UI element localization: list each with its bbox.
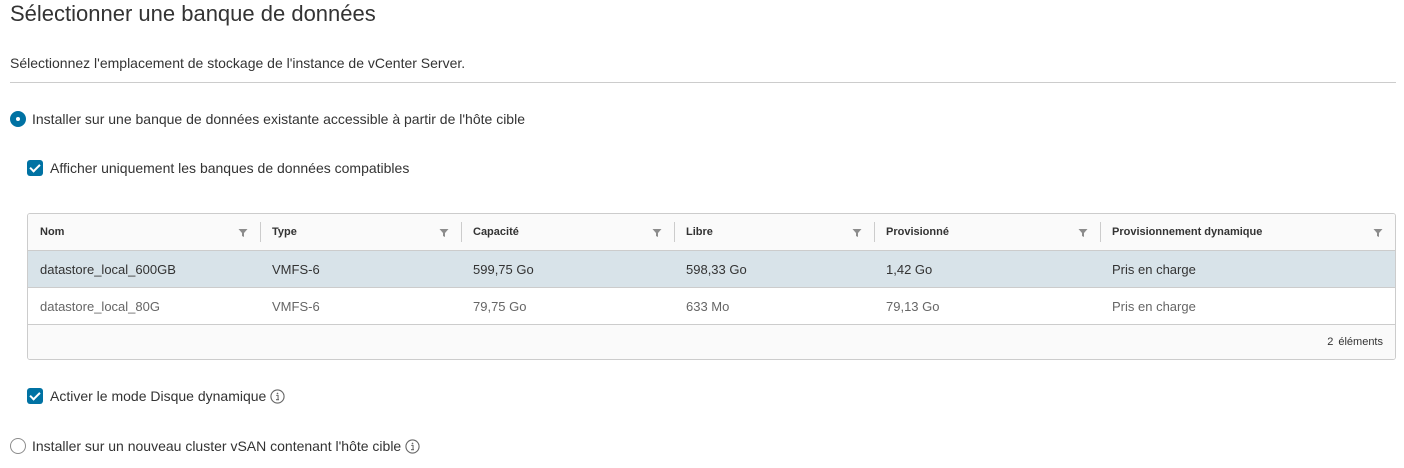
option-existing-datastore-label: Installer sur une banque de données exis… [32, 111, 525, 127]
page-title: Sélectionner une banque de données [10, 1, 376, 26]
page-subtitle: Sélectionnez l'emplacement de stockage d… [10, 55, 466, 71]
column-header-label: Provisionnement dynamique [1112, 226, 1263, 238]
cell-capacite: 79,75 Go [473, 298, 527, 314]
filter-icon[interactable] [1078, 228, 1088, 238]
item-count: 2 [1327, 336, 1334, 348]
info-icon[interactable] [405, 438, 420, 454]
column-header-label: Provisionné [886, 226, 949, 238]
cell-provisionne: 1,42 Go [886, 261, 933, 277]
column-header-provisionnement-dynamique[interactable]: Provisionnement dynamique [1100, 214, 1395, 250]
option-vsan-cluster-label: Installer sur un nouveau cluster vSAN co… [32, 438, 402, 454]
column-header-libre[interactable]: Libre [674, 214, 874, 250]
grid-footer: 2 éléments [28, 325, 1395, 359]
cell-capacite: 599,75 Go [473, 261, 534, 277]
cell-nom: datastore_local_80G [40, 298, 160, 314]
item-count-label: éléments [1338, 336, 1383, 348]
column-header-type[interactable]: Type [260, 214, 461, 250]
filter-icon[interactable] [652, 228, 662, 238]
option-compatible-only[interactable]: Afficher uniquement les banques de donné… [27, 160, 409, 176]
column-header-nom[interactable]: Nom [28, 214, 260, 250]
option-compatible-only-label: Afficher uniquement les banques de donné… [50, 160, 410, 176]
cell-provisionne: 79,13 Go [886, 298, 940, 314]
info-icon[interactable] [270, 388, 285, 404]
cell-libre: 633 Mo [686, 298, 730, 314]
column-header-provisionne[interactable]: Provisionné [874, 214, 1100, 250]
column-header-label: Type [272, 226, 297, 238]
table-row[interactable]: datastore_local_600GB VMFS-6 599,75 Go 5… [28, 251, 1395, 288]
checkbox-compatible-only[interactable] [27, 160, 43, 176]
divider [10, 82, 1396, 83]
cell-libre: 598,33 Go [686, 261, 747, 277]
checkbox-thin-disk[interactable] [27, 388, 43, 404]
cell-type: VMFS-6 [272, 261, 320, 277]
filter-icon[interactable] [238, 228, 248, 238]
filter-icon[interactable] [439, 228, 449, 238]
cell-provisionnement-dynamique: Pris en charge [1112, 261, 1196, 277]
option-thin-disk-label: Activer le mode Disque dynamique [50, 388, 267, 404]
column-header-capacite[interactable]: Capacité [461, 214, 674, 250]
radio-existing-datastore[interactable] [10, 111, 26, 127]
radio-vsan-cluster[interactable] [10, 438, 26, 454]
option-existing-datastore[interactable]: Installer sur une banque de données exis… [10, 111, 525, 127]
grid-header: Nom Type Capacité Libre Provisionné Prov… [28, 214, 1395, 251]
table-row[interactable]: datastore_local_80G VMFS-6 79,75 Go 633 … [28, 288, 1395, 325]
cell-provisionnement-dynamique: Pris en charge [1112, 298, 1196, 314]
cell-nom: datastore_local_600GB [40, 261, 176, 277]
column-header-label: Capacité [473, 226, 519, 238]
option-thin-disk[interactable]: Activer le mode Disque dynamique [27, 388, 285, 404]
column-header-label: Libre [686, 226, 713, 238]
column-header-label: Nom [40, 226, 65, 238]
cell-type: VMFS-6 [272, 298, 320, 314]
option-vsan-cluster[interactable]: Installer sur un nouveau cluster vSAN co… [10, 438, 420, 454]
filter-icon[interactable] [1373, 228, 1383, 238]
filter-icon[interactable] [852, 228, 862, 238]
datastore-grid: Nom Type Capacité Libre Provisionné Prov… [27, 213, 1396, 360]
